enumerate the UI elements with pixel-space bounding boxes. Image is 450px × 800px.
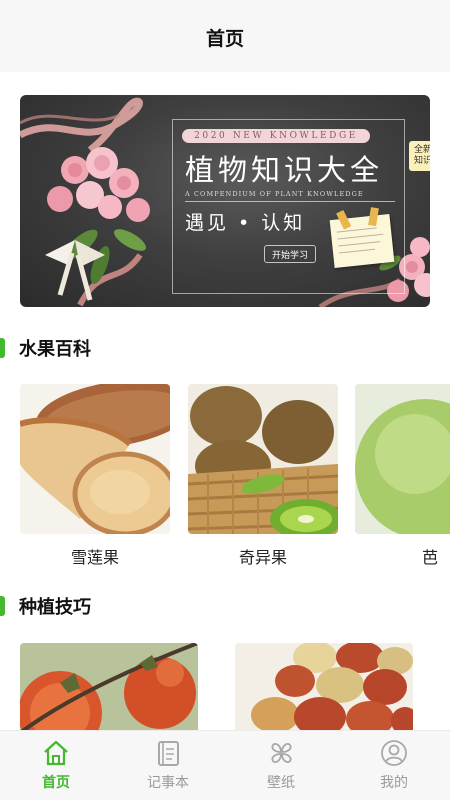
yacon-image <box>20 384 170 534</box>
fruit-name: 奇异果 <box>238 548 287 567</box>
page-title: 首页 <box>205 27 244 50</box>
planting-card-persimmon[interactable] <box>20 643 198 733</box>
top-app-bar: 首页 <box>0 0 450 72</box>
kiwi-image <box>188 384 338 534</box>
start-learning-button[interactable]: 开始学习 <box>264 245 316 263</box>
home-icon <box>40 737 72 769</box>
fruit-card-kiwi[interactable]: 奇异果 <box>188 384 338 568</box>
tab-wallpaper[interactable]: 壁纸 <box>225 731 337 800</box>
fruit-name: 雪莲果 <box>70 548 119 567</box>
planting-card-jujube[interactable] <box>235 643 413 733</box>
kiwi-illustration <box>188 384 338 534</box>
tab-home[interactable]: 首页 <box>0 731 112 800</box>
section-header-planting: 种植技巧 <box>0 591 91 621</box>
tab-label: 壁纸 <box>267 775 295 791</box>
banner-title: 植物知识大全 <box>185 153 384 187</box>
bottom-tab-bar: 首页 记事本 壁纸 我的 <box>0 730 450 800</box>
planting-list[interactable] <box>0 643 450 733</box>
yacon-illustration <box>20 384 170 534</box>
notebook-icon <box>152 737 184 769</box>
tab-label: 首页 <box>42 775 70 791</box>
wallpaper-icon <box>265 737 297 769</box>
badge-line-1: 全新 <box>413 145 430 155</box>
tab-notebook[interactable]: 记事本 <box>112 731 224 800</box>
banner-slogan: 遇见 • 认知 <box>185 212 306 234</box>
jujube-image <box>235 643 413 733</box>
section-title: 种植技巧 <box>19 597 91 618</box>
fruit-carousel[interactable]: 雪莲果 奇异果 芭 <box>0 384 450 574</box>
guava-image <box>355 384 450 534</box>
section-accent-bar <box>0 596 5 616</box>
note-line <box>337 233 384 240</box>
section-accent-bar <box>0 338 5 358</box>
banner-divider <box>185 201 395 202</box>
banner-subtitle: A COMPENDIUM OF PLANT KNOWLEDGE <box>185 190 364 198</box>
guava-illustration <box>355 384 450 534</box>
tab-profile[interactable]: 我的 <box>338 731 450 800</box>
hero-banner[interactable]: 2020 NEW KNOWLEDGE 植物知识大全 全新 知识 A COMPEN… <box>20 95 430 307</box>
new-knowledge-badge: 全新 知识 <box>409 141 430 171</box>
fruit-card-guava[interactable]: 芭 <box>355 384 450 568</box>
fruit-card-yacon[interactable]: 雪莲果 <box>20 384 170 568</box>
tab-label: 记事本 <box>147 775 189 791</box>
badge-line-2: 知识 <box>413 156 430 166</box>
tab-label: 我的 <box>380 775 408 791</box>
banner-eyebrow: 2020 NEW KNOWLEDGE <box>182 129 370 143</box>
section-title: 水果百科 <box>19 339 91 360</box>
tape <box>368 207 379 227</box>
profile-icon <box>378 737 410 769</box>
note-line <box>339 248 375 254</box>
sticky-note-image <box>329 207 395 269</box>
note-line <box>338 241 381 247</box>
persimmon-image <box>20 643 198 733</box>
fruit-name: 芭 <box>421 548 438 567</box>
section-header-fruits: 水果百科 <box>0 333 91 363</box>
